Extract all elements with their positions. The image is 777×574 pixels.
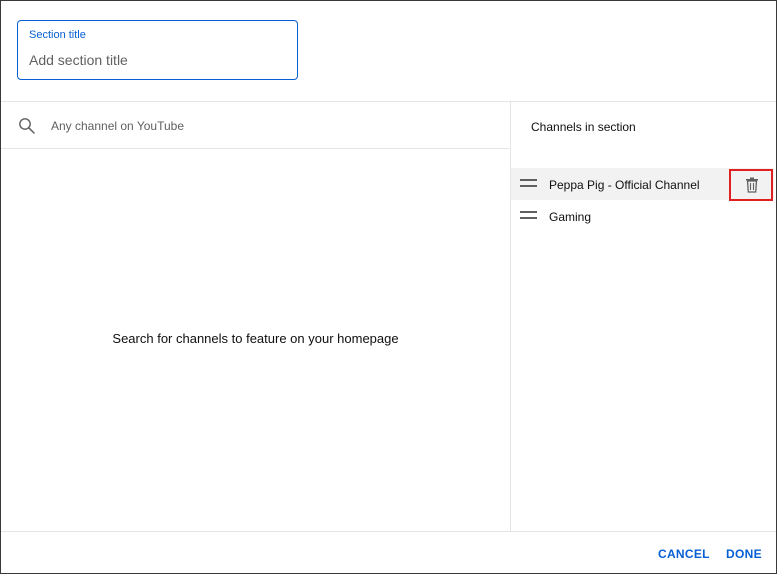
divider-search [1,148,510,149]
section-title-label: Section title [29,29,86,41]
drag-handle-icon[interactable] [520,211,537,220]
done-button[interactable]: DONE [726,547,762,561]
channels-in-section-header: Channels in section [531,120,636,134]
section-title-input[interactable] [29,50,284,70]
edit-section-dialog: Section title Search for channels to fea… [0,0,777,574]
delete-channel-button[interactable] [729,169,773,201]
section-title-area: Section title [1,1,776,101]
channel-row[interactable]: Gaming [511,200,774,232]
channel-name: Gaming [549,210,592,224]
channel-row[interactable]: Peppa Pig - Official Channel [511,168,774,201]
divider-pane [510,102,511,531]
trash-icon [746,177,758,193]
empty-state-message: Search for channels to feature on your h… [112,331,399,346]
channel-name: Peppa Pig - Official Channel [549,178,700,192]
divider-footer [1,531,776,532]
search-icon [19,118,35,134]
drag-handle-icon[interactable] [520,179,537,188]
channel-search-row [1,102,510,148]
cancel-button[interactable]: CANCEL [658,547,710,561]
section-title-field[interactable]: Section title [17,20,298,80]
channel-search-input[interactable] [51,116,491,136]
